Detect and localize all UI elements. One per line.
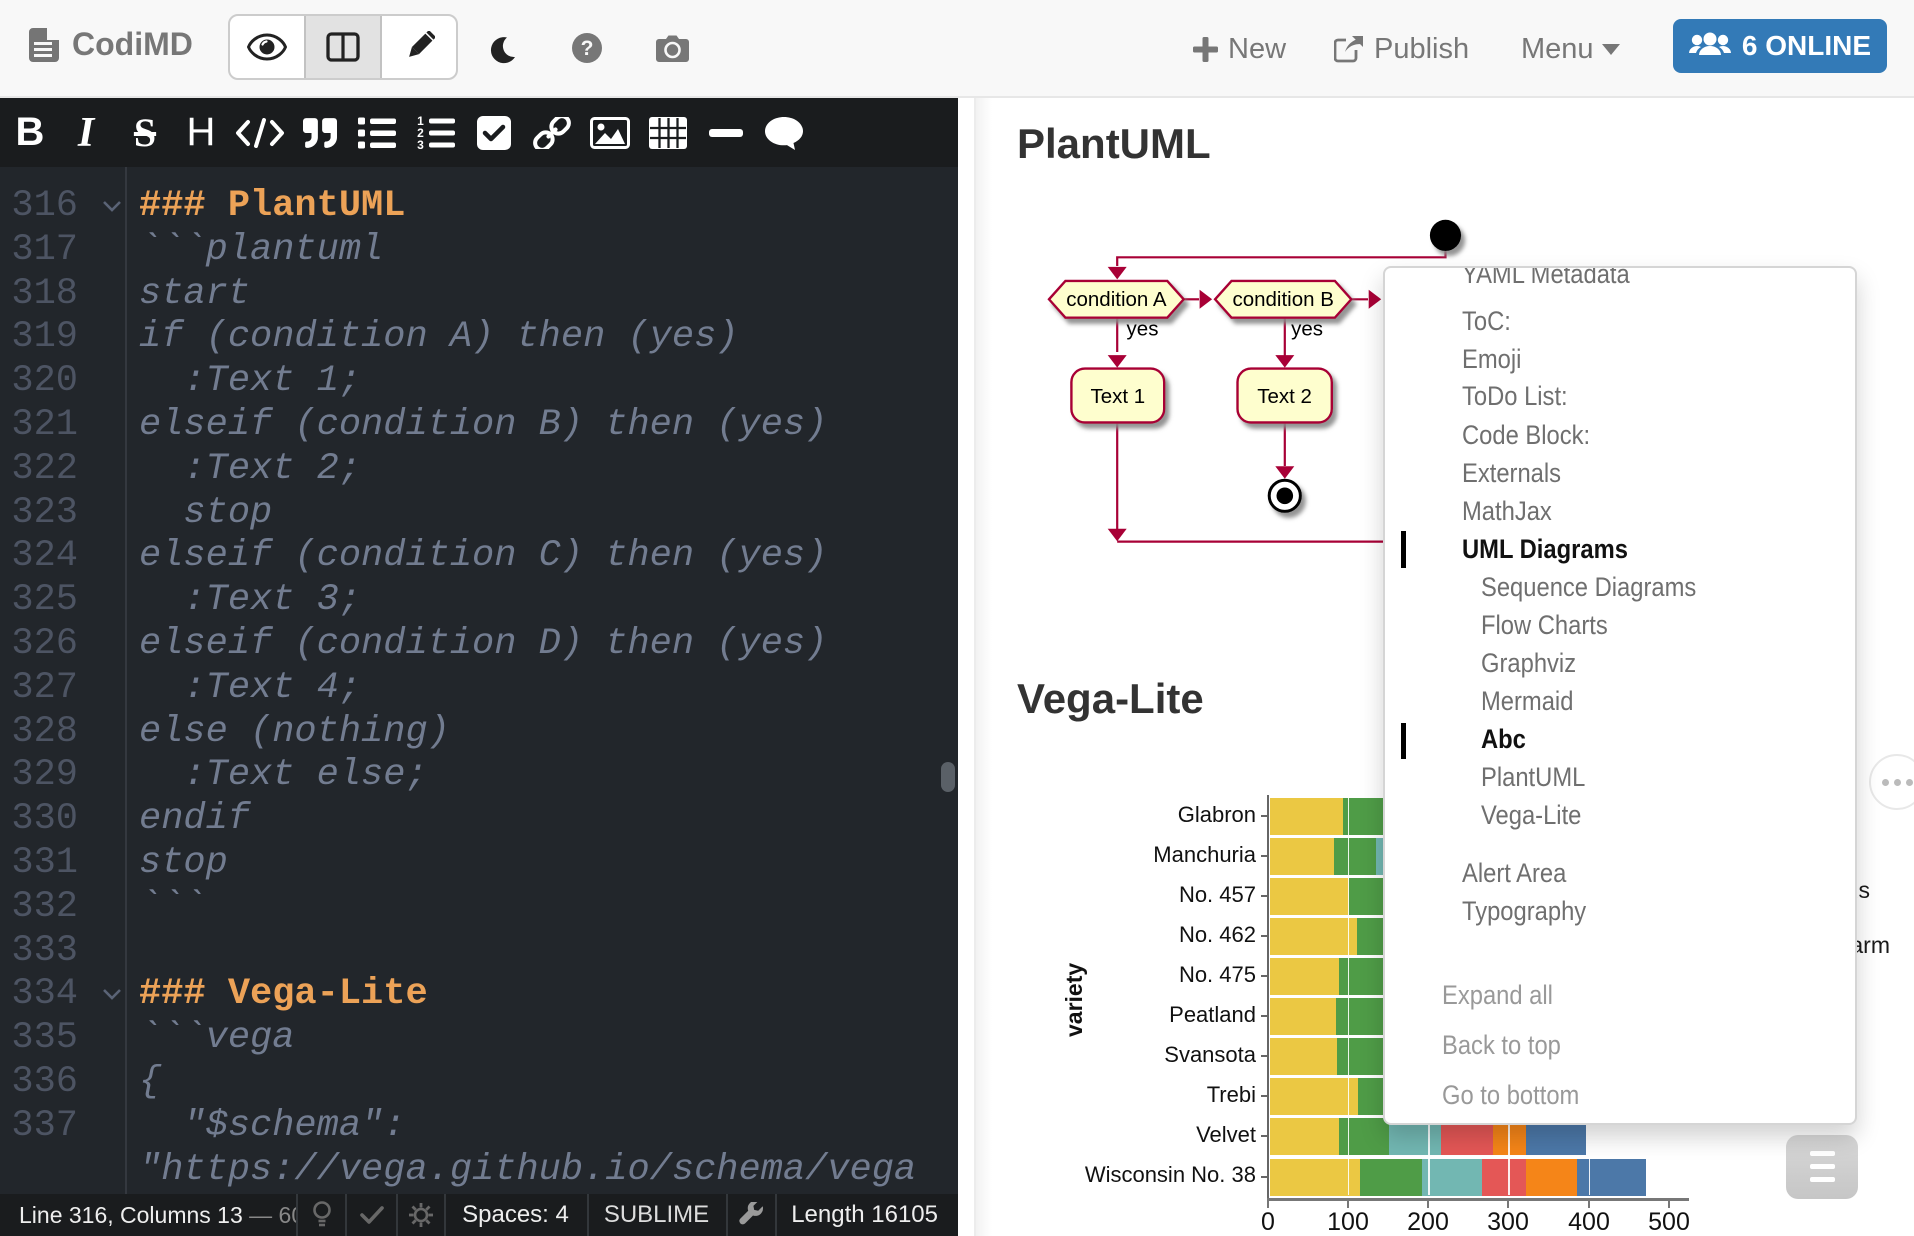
svg-text:Text 1: Text 1 bbox=[1090, 385, 1145, 408]
svg-text:Text 2: Text 2 bbox=[1257, 385, 1312, 408]
svg-text:condition B: condition B bbox=[1232, 288, 1333, 311]
svg-text:yes: yes bbox=[1127, 318, 1159, 341]
svg-text:yes: yes bbox=[1291, 318, 1323, 341]
svg-text:?: ? bbox=[581, 37, 594, 60]
svg-text:condition A: condition A bbox=[1066, 288, 1167, 311]
svg-text:3: 3 bbox=[417, 138, 424, 150]
